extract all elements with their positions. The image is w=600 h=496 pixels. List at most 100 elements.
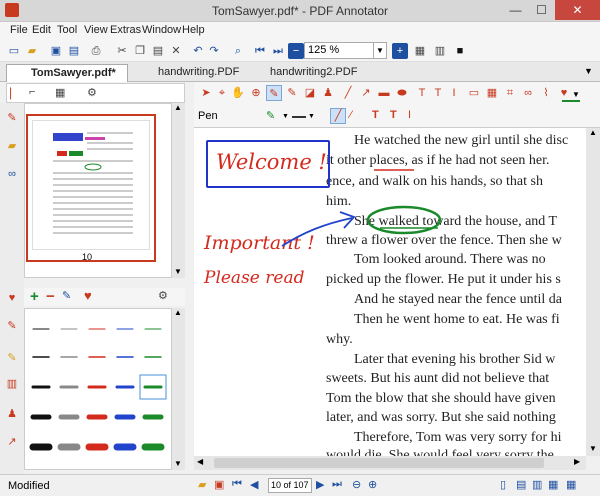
chevron-down-icon[interactable]: ▼ bbox=[572, 90, 580, 99]
minimize-button[interactable]: — bbox=[502, 0, 529, 20]
scroll-left-icon[interactable]: ◀ bbox=[197, 457, 203, 466]
scroll-down-icon[interactable]: ▼ bbox=[174, 459, 182, 468]
pen-tool-icon[interactable]: ✎ bbox=[266, 85, 282, 101]
cut-icon[interactable]: ✂ bbox=[114, 43, 130, 59]
paste-icon[interactable]: ▤ bbox=[150, 43, 166, 59]
heart-icon[interactable]: ♥ bbox=[5, 291, 19, 305]
back-icon[interactable]: ⊖ bbox=[352, 478, 361, 491]
forward-icon[interactable]: ⊕ bbox=[368, 478, 377, 491]
scroll-up-icon[interactable]: ▲ bbox=[174, 103, 182, 112]
grid-view-icon[interactable]: ▦ bbox=[566, 478, 576, 491]
lasso-icon[interactable]: ⌖ bbox=[214, 85, 230, 101]
scroll-down-icon[interactable]: ▼ bbox=[174, 267, 182, 276]
next-page-nav-icon[interactable]: ▶ bbox=[316, 478, 324, 491]
new-icon[interactable]: ▭ bbox=[6, 43, 22, 59]
folder-icon[interactable]: ▰ bbox=[5, 139, 19, 153]
first-page-icon[interactable]: ⏮ bbox=[252, 43, 268, 59]
link-icon[interactable]: ∞ bbox=[5, 167, 19, 181]
thumbnail-mode-icon[interactable]: ⎸ bbox=[10, 86, 22, 101]
last-page-icon[interactable]: ⏭ bbox=[270, 43, 286, 59]
arrow-tool-icon[interactable]: ↗ bbox=[358, 85, 374, 101]
save-file-icon[interactable]: ▣ bbox=[214, 478, 224, 491]
delete-icon[interactable]: ✕ bbox=[168, 43, 184, 59]
settings-wrench-icon[interactable]: ⚙ bbox=[158, 289, 168, 302]
straight-mode-icon[interactable]: ⁄ bbox=[350, 109, 352, 121]
favorites-heart-icon[interactable]: ♥ bbox=[556, 85, 572, 101]
remove-icon[interactable]: − bbox=[46, 288, 55, 305]
arrow-icon[interactable]: ↗ bbox=[5, 435, 19, 449]
annotation-list-icon[interactable]: ✎ bbox=[5, 111, 19, 125]
tab-tomsawyer[interactable]: TomSawyer.pdf* bbox=[6, 64, 128, 82]
scroll-thumb[interactable] bbox=[214, 458, 544, 468]
menu-window[interactable]: Window bbox=[142, 24, 181, 36]
crop-tool-icon[interactable]: ⌗ bbox=[502, 85, 518, 101]
zoom-in-icon[interactable]: + bbox=[392, 43, 408, 59]
menu-view[interactable]: View bbox=[84, 24, 108, 36]
last-page-nav-icon[interactable]: ⏭ bbox=[332, 478, 342, 491]
scroll-up-icon[interactable]: ▲ bbox=[589, 128, 597, 137]
wrench-icon[interactable]: ⚙ bbox=[87, 86, 97, 99]
scroll-up-icon[interactable]: ▲ bbox=[174, 308, 182, 317]
zoom-out-icon[interactable]: − bbox=[288, 43, 304, 59]
redo-icon[interactable]: ↷ bbox=[206, 43, 222, 59]
tab-handwriting2[interactable]: handwriting2.PDF bbox=[252, 64, 372, 82]
open-icon[interactable]: ▰ bbox=[24, 43, 40, 59]
bookmark-icon[interactable]: ⌐ bbox=[29, 86, 35, 98]
vertical-scrollbar[interactable]: ▲ ▼ bbox=[586, 128, 600, 456]
chart-icon[interactable]: ▥ bbox=[5, 377, 19, 391]
open-folder-icon[interactable]: ▰ bbox=[198, 478, 206, 491]
line-tool-icon[interactable]: ╱ bbox=[340, 85, 356, 101]
stamp-icon[interactable]: ♟ bbox=[5, 407, 19, 421]
copy-icon[interactable]: ❐ bbox=[132, 43, 148, 59]
favorite-heart-icon[interactable]: ♥ bbox=[84, 288, 92, 303]
binoculars-icon[interactable]: ⌕ bbox=[230, 43, 246, 59]
link-tool-icon[interactable]: ∞ bbox=[520, 85, 536, 101]
horizontal-scrollbar[interactable]: ◀ ▶ bbox=[194, 456, 586, 470]
scroll-down-icon[interactable]: ▼ bbox=[589, 444, 597, 453]
menu-tool[interactable]: Tool bbox=[57, 24, 77, 36]
typewriter-tool-icon[interactable]: I bbox=[446, 85, 462, 101]
text-style-icon[interactable]: T bbox=[372, 109, 379, 121]
menu-extras[interactable]: Extras bbox=[110, 24, 141, 36]
color-pen-icon[interactable]: ✎ bbox=[266, 109, 275, 122]
two-page-view-icon[interactable]: ▥ bbox=[532, 478, 542, 491]
chevron-down-icon[interactable]: ▼ bbox=[374, 42, 387, 59]
document-view[interactable]: He watched the new girl until she disc i… bbox=[194, 128, 586, 456]
add-icon[interactable]: + bbox=[30, 288, 39, 305]
thumbnail-scrollbar[interactable]: ▲ ▼ bbox=[172, 103, 185, 278]
clip-tool-icon[interactable]: ⌇ bbox=[538, 85, 554, 101]
print-icon[interactable]: ⎙ bbox=[88, 43, 104, 59]
text-style2-icon[interactable]: T bbox=[390, 109, 397, 121]
continuous-view-icon[interactable]: ▤ bbox=[516, 478, 526, 491]
ellipse-tool-icon[interactable]: ⬬ bbox=[394, 85, 410, 101]
rectangle-tool-icon[interactable]: ▬ bbox=[376, 85, 392, 101]
pen-presets-scrollbar[interactable]: ▲ ▼ bbox=[172, 308, 185, 470]
chevron-down-icon[interactable]: ▼ bbox=[308, 113, 315, 120]
zoom-tool-icon[interactable]: ⊕ bbox=[248, 85, 264, 101]
chevron-down-icon[interactable]: ▼ bbox=[282, 113, 289, 120]
layout-icon[interactable]: ▦ bbox=[55, 86, 65, 99]
undo-icon[interactable]: ↶ bbox=[190, 43, 206, 59]
eraser-icon[interactable]: ◪ bbox=[302, 85, 318, 101]
hand-icon[interactable]: ✋ bbox=[230, 85, 246, 101]
single-page-view-icon[interactable]: ▯ bbox=[500, 478, 506, 491]
save-all-icon[interactable]: ▤ bbox=[66, 43, 82, 59]
menu-help[interactable]: Help bbox=[182, 24, 205, 36]
fit-width-icon[interactable]: ▥ bbox=[432, 43, 448, 59]
note-tool-icon[interactable]: ▭ bbox=[466, 85, 482, 101]
ink-annotations[interactable] bbox=[194, 128, 586, 456]
fullscreen-icon[interactable]: ■ bbox=[452, 43, 468, 59]
marker-tool-icon[interactable]: ✎ bbox=[284, 85, 300, 101]
two-continuous-view-icon[interactable]: ▦ bbox=[548, 478, 558, 491]
close-button[interactable]: ✕ bbox=[555, 0, 600, 20]
stamp-tool-icon[interactable]: ♟ bbox=[320, 85, 336, 101]
text-underline-icon[interactable]: I bbox=[408, 109, 411, 121]
maximize-button[interactable]: ☐ bbox=[528, 0, 555, 20]
text-tool-icon[interactable]: T bbox=[414, 85, 430, 101]
menu-edit[interactable]: Edit bbox=[32, 24, 51, 36]
first-page-nav-icon[interactable]: ⏮ bbox=[232, 478, 242, 491]
textbox-tool-icon[interactable]: T bbox=[430, 85, 446, 101]
prev-page-nav-icon[interactable]: ◀ bbox=[250, 478, 258, 491]
menu-file[interactable]: File bbox=[10, 24, 28, 36]
tab-handwriting[interactable]: handwriting.PDF bbox=[142, 64, 252, 82]
